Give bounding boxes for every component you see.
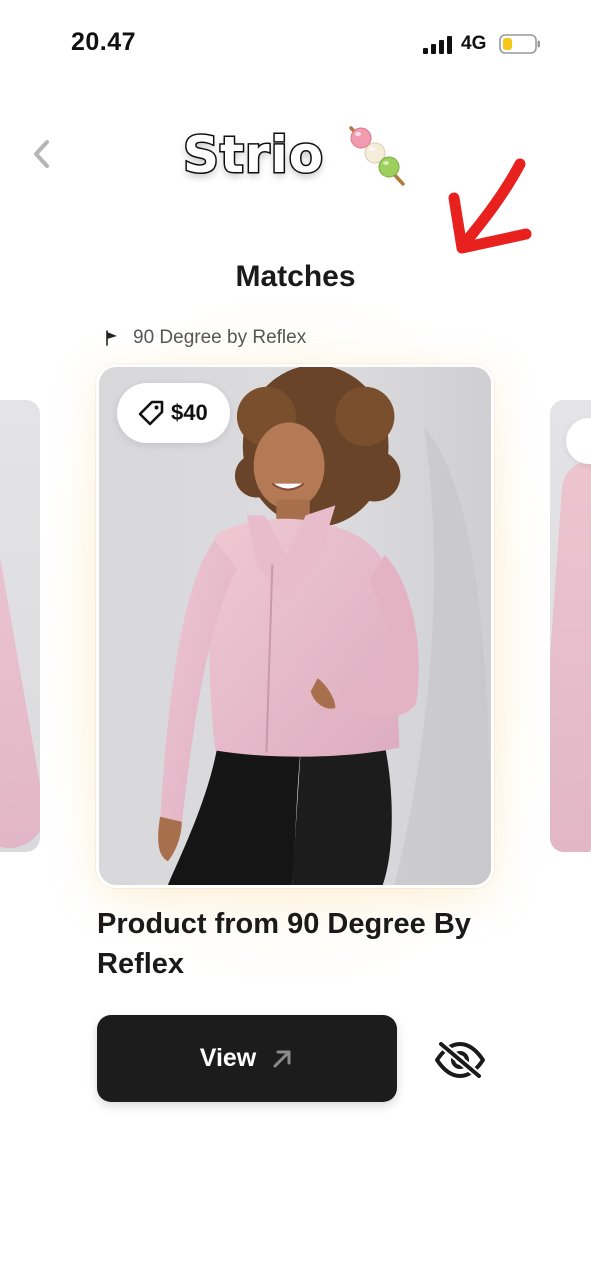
view-button[interactable]: View <box>97 1015 397 1102</box>
status-time: 20.47 <box>71 28 137 56</box>
product-title: Product from 90 Degree By Reflex <box>97 908 471 980</box>
logo-text: Strio <box>181 125 325 186</box>
brand-logo-icon <box>106 330 117 346</box>
chevron-left-icon <box>34 140 49 168</box>
brand-name: 90 Degree by Reflex <box>133 327 307 348</box>
arrow-up-right-icon <box>273 1050 291 1067</box>
previous-match-card[interactable] <box>0 398 42 854</box>
product-photo-icon <box>99 367 491 885</box>
back-button[interactable] <box>26 136 56 172</box>
battery-low-icon <box>499 34 540 54</box>
next-match-card[interactable] <box>548 398 591 854</box>
price-text: $40 <box>171 400 208 425</box>
brand-row[interactable]: 90 Degree by Reflex <box>103 326 306 350</box>
view-label: View <box>199 1044 257 1072</box>
product-card[interactable]: $40 <box>96 364 494 888</box>
red-arrow-icon <box>448 158 532 254</box>
dango-skewer-icon <box>349 126 405 186</box>
app-logo: Strio <box>181 120 413 190</box>
hide-button[interactable] <box>430 1035 490 1085</box>
network-label: 4G <box>461 33 487 54</box>
status-bar: 20.47 4G <box>0 0 591 90</box>
price-badge: $40 <box>117 383 230 443</box>
page-title: Matches <box>235 260 356 293</box>
eye-slash-icon <box>435 1040 485 1080</box>
signal-bars-icon <box>423 36 452 54</box>
price-tag-icon <box>138 400 164 426</box>
